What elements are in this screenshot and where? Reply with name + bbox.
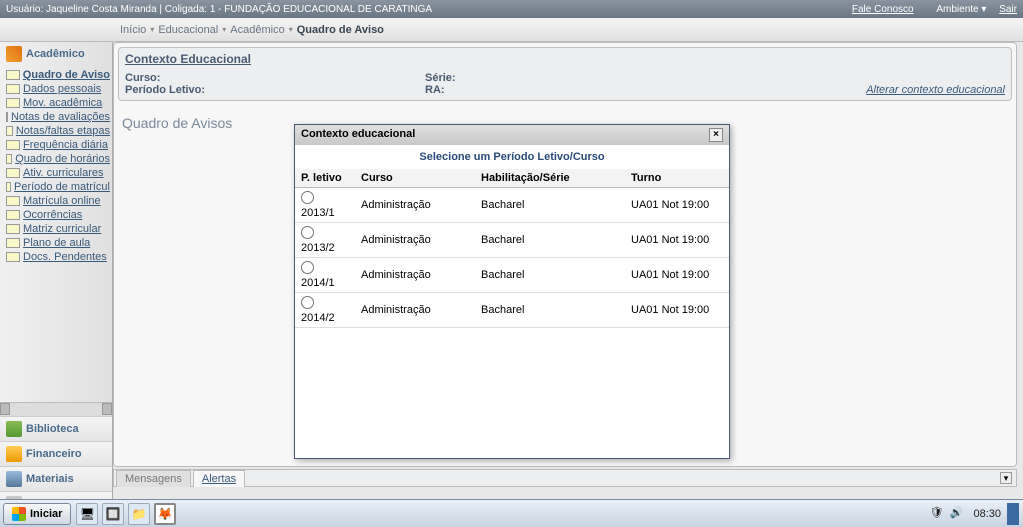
ql-explorer[interactable]: 📁 [128, 503, 150, 525]
modal-row[interactable]: 2014/2AdministraçãoBacharelUA01 Not 19:0… [295, 293, 729, 328]
sidebar-item-4[interactable]: Notas/faltas etapas [4, 124, 112, 138]
sidebar-materiais[interactable]: Materiais [0, 466, 112, 491]
materials-icon [6, 471, 22, 487]
folder-icon [6, 168, 20, 178]
ql-switch[interactable]: 🔲 [102, 503, 124, 525]
serie-label: Série: [425, 72, 825, 84]
bc-academico[interactable]: Acadêmico [230, 24, 284, 36]
col-pletivo: P. letivo [295, 169, 355, 188]
row-radio[interactable] [301, 191, 314, 204]
sidebar-item-7[interactable]: Ativ. curriculares [4, 166, 112, 180]
modal-row[interactable]: 2014/1AdministraçãoBacharelUA01 Not 19:0… [295, 258, 729, 293]
sidebar-item-5[interactable]: Frequência diária [4, 138, 112, 152]
sidebar-item-2[interactable]: Mov. acadêmica [4, 96, 112, 110]
folder-icon [6, 140, 20, 150]
sidebar-financeiro[interactable]: Financeiro [0, 441, 112, 466]
ra-label: RA: [425, 84, 825, 96]
ql-firefox[interactable]: 🦊 [154, 503, 176, 525]
breadcrumb: Início▾ Educacional▾ Acadêmico▾ Quadro d… [0, 18, 1023, 42]
sidebar-item-13[interactable]: Docs. Pendentes [4, 250, 112, 264]
col-curso: Curso [355, 169, 475, 188]
sidebar-item-1[interactable]: Dados pessoais [4, 82, 112, 96]
folder-icon [6, 154, 12, 164]
folder-icon [6, 252, 20, 262]
folder-icon [6, 182, 11, 192]
fale-conosco-link[interactable]: Fale Conosco [852, 4, 914, 15]
folder-icon [6, 84, 20, 94]
contexto-modal: Contexto educacional × Selecione um Perí… [294, 124, 730, 459]
tab-mensagens[interactable]: Mensagens [116, 470, 191, 487]
sidebar-item-9[interactable]: Matrícula online [4, 194, 112, 208]
folder-icon [6, 70, 20, 80]
bc-current: Quadro de Aviso [297, 24, 384, 36]
folder-icon [6, 210, 20, 220]
folder-icon [6, 126, 13, 136]
alterar-contexto-link[interactable]: Alterar contexto educacional [866, 84, 1005, 96]
modal-close-button[interactable]: × [709, 128, 723, 142]
sidebar-item-0[interactable]: Quadro de Aviso [4, 68, 112, 82]
ql-desktop[interactable]: 🖥 [76, 503, 98, 525]
curso-label: Curso: [125, 72, 425, 84]
col-hab: Habilitação/Série [475, 169, 625, 188]
bc-educacional[interactable]: Educacional [158, 24, 218, 36]
sidebar-hscroll[interactable] [0, 402, 112, 416]
folder-icon [6, 112, 8, 122]
sidebar-item-10[interactable]: Ocorrências [4, 208, 112, 222]
money-icon [6, 446, 22, 462]
tray-clock[interactable]: 08:30 [973, 508, 1001, 520]
tab-alertas[interactable]: Alertas [193, 470, 245, 487]
folder-icon [6, 98, 20, 108]
bc-inicio[interactable]: Início [120, 24, 146, 36]
ambiente-menu[interactable]: Ambiente ▾ [926, 4, 986, 15]
col-turno: Turno [625, 169, 729, 188]
sidebar-item-3[interactable]: Notas de avaliações [4, 110, 112, 124]
modal-row[interactable]: 2013/2AdministraçãoBacharelUA01 Not 19:0… [295, 223, 729, 258]
folder-icon [6, 196, 20, 206]
sidebar-item-12[interactable]: Plano de aula [4, 236, 112, 250]
row-radio[interactable] [301, 261, 314, 274]
tray-icon-1[interactable]: 🛡 [929, 506, 945, 522]
sidebar-item-11[interactable]: Matriz curricular [4, 222, 112, 236]
show-desktop[interactable] [1007, 503, 1019, 525]
sidebar-academico[interactable]: Acadêmico [0, 42, 112, 66]
folder-icon [6, 238, 20, 248]
modal-title: Contexto educacional [301, 128, 415, 142]
modal-subtitle: Selecione um Período Letivo/Curso [295, 145, 729, 169]
msgbar-toggle[interactable]: ▾ [1000, 472, 1012, 484]
sidebar-item-6[interactable]: Quadro de horários [4, 152, 112, 166]
context-title: Contexto Educacional [125, 52, 1005, 66]
windows-icon [12, 507, 26, 521]
book-icon [6, 421, 22, 437]
folder-icon [6, 224, 20, 234]
modal-row[interactable]: 2013/1AdministraçãoBacharelUA01 Not 19:0… [295, 188, 729, 223]
tray-icon-2[interactable]: 🔊 [949, 506, 965, 522]
row-radio[interactable] [301, 296, 314, 309]
sidebar-item-8[interactable]: Período de matrícul [4, 180, 112, 194]
periodo-label: Período Letivo: [125, 84, 425, 96]
row-radio[interactable] [301, 226, 314, 239]
sair-link[interactable]: Sair [999, 4, 1017, 15]
sidebar-biblioteca[interactable]: Biblioteca [0, 416, 112, 441]
academico-icon [6, 46, 22, 62]
user-info: Usuário: Jaqueline Costa Miranda | Colig… [6, 4, 842, 15]
start-button[interactable]: Iniciar [3, 503, 71, 525]
